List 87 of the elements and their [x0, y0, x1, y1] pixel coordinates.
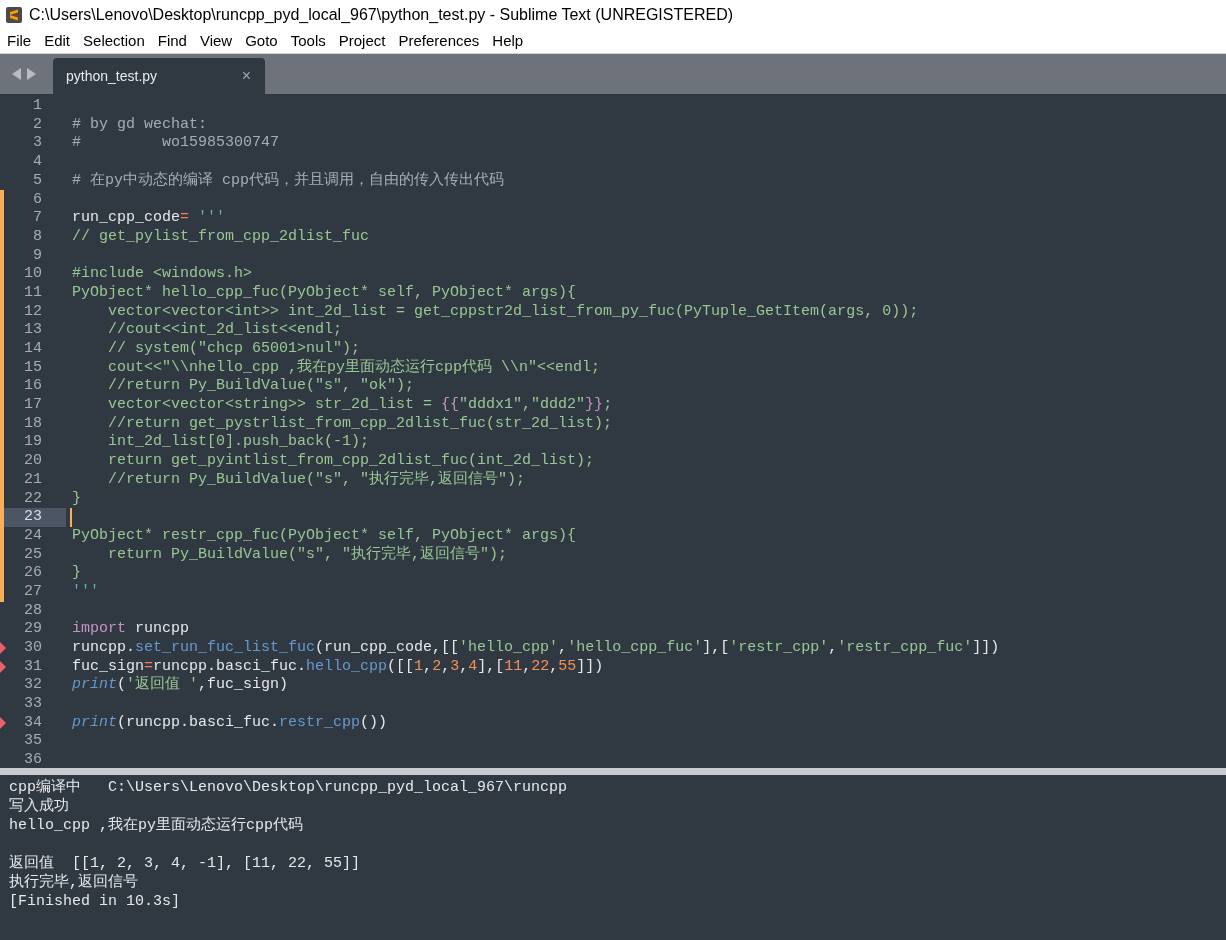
output-line: cpp编译中 C:\Users\Lenovo\Desktop\runcpp_pyd_local_967\runcpp	[9, 778, 569, 797]
line-number: 13	[24, 320, 42, 341]
line-number: 4	[33, 152, 42, 173]
code-line: // get_pylist_from_cpp_2dlist_fuc	[72, 226, 370, 247]
line-number: 30	[24, 638, 42, 659]
line-number: 28	[24, 600, 42, 621]
code-line: # 在py中动态的编译 cpp代码，并且调用，自由的传入传出代码	[72, 170, 504, 191]
menu-item[interactable]: Goto	[245, 30, 278, 53]
line-number: 23	[24, 507, 42, 528]
code-line: return Py_BuildValue("s", "执行完毕,返回信号");	[107, 544, 508, 565]
code-line: return get_pyintlist_from_cpp_2dlist_fuc(int_2d_list);	[107, 451, 595, 470]
line-number: 8	[33, 226, 42, 247]
code-line: vector<vector<string>> str_2d_list = {{"dddx1","ddd2"}};	[107, 395, 613, 416]
line-number: 1	[33, 96, 42, 117]
output-line: hello_cpp ,我在py里面动态运行cpp代码	[9, 816, 305, 835]
code-line: run_cpp_code= '''	[72, 208, 226, 229]
code-line: # by gd wechat:	[72, 114, 208, 135]
close-tab-button[interactable]: ×	[241, 68, 251, 84]
code-line: }	[72, 563, 81, 584]
line-number: 7	[33, 208, 42, 229]
code-line: cout<<"\\nhello_cpp ,我在py里面动态运行cpp代码 \\n"<<endl;	[107, 357, 601, 378]
tab-label: python_test.py	[66, 66, 158, 86]
line-number: 34	[24, 712, 42, 733]
code-line: PyObject* restr_cpp_fuc(PyObject* self, PyObject* args){	[72, 525, 577, 545]
line-number: 27	[24, 581, 42, 602]
line-number: 25	[24, 544, 42, 565]
menu-item[interactable]: Preferences	[398, 30, 480, 53]
line-number: 3	[33, 133, 42, 154]
line-number: 22	[24, 488, 42, 509]
code-line: print('返回值 ',fuc_sign)	[72, 675, 289, 696]
line-number: 36	[24, 750, 42, 768]
code-line: //return Py_BuildValue("s", "执行完毕,返回信号");	[107, 469, 526, 490]
line-number: 17	[24, 395, 42, 416]
menu-item[interactable]: Find	[157, 30, 187, 53]
output-line: 返回值 [[1, 2, 3, 4, -1], [11, 22, 55]]	[9, 854, 362, 873]
file-tab[interactable]: python_test.py ×	[53, 58, 265, 94]
line-number: 31	[24, 656, 42, 677]
code-line: // system("chcp 65001>nul");	[107, 339, 361, 358]
code-line: #include <windows.h>	[72, 264, 253, 285]
text-cursor	[70, 508, 72, 527]
line-number: 16	[24, 376, 42, 397]
code-line: //return Py_BuildValue("s", "ok");	[107, 376, 415, 397]
line-number: 11	[24, 282, 42, 303]
code-line: import runcpp	[72, 619, 190, 640]
menu-item[interactable]: Selection	[83, 30, 145, 53]
code-line: //return get_pystrlist_from_cpp_2dlist_fuc(str_2d_list);	[107, 413, 613, 434]
code-line: //cout<<int_2d_list<<endl;	[107, 320, 343, 341]
code-line: runcpp.set_run_fuc_list_fuc(run_cpp_code,[['hello_cpp','hello_cpp_fuc'],['restr_cpp','restr_cpp_fuc']])	[72, 638, 1000, 659]
menu-item[interactable]: Edit	[44, 30, 71, 53]
line-number: 24	[24, 525, 42, 546]
forward-arrow-icon[interactable]	[26, 68, 36, 80]
line-number: 20	[24, 451, 42, 472]
line-number: 15	[24, 357, 42, 378]
line-number: 9	[33, 245, 42, 266]
code-line: int_2d_list[0].push_back(-1);	[107, 432, 370, 453]
app-logo-icon	[6, 7, 22, 23]
line-number: 10	[24, 264, 42, 285]
line-number: 33	[24, 694, 42, 715]
line-number: 29	[24, 619, 42, 640]
line-number: 6	[33, 189, 42, 210]
line-number: 21	[24, 469, 42, 490]
line-number: 32	[24, 675, 42, 696]
code-line: }	[72, 488, 81, 509]
line-number: 12	[24, 301, 42, 322]
code-line: vector<vector<int>> int_2d_list = get_cppstr2d_list_from_py_fuc(PyTuple_GetItem(args, 0));	[107, 301, 919, 322]
menu-item[interactable]: Project	[338, 30, 386, 53]
menu-item[interactable]: Tools	[290, 30, 326, 53]
code-line: PyObject* hello_cpp_fuc(PyObject* self, PyObject* args){	[72, 282, 577, 303]
line-number: 35	[24, 731, 42, 752]
code-line: # wo15985300747	[72, 133, 280, 154]
menu-item[interactable]: Help	[492, 30, 524, 53]
back-arrow-icon[interactable]	[12, 68, 22, 80]
window-title: C:\Users\Lenovo\Desktop\runcpp_pyd_local_967\python_test.py - Sublime Text (UNREGISTERED)	[29, 5, 734, 25]
line-number: 2	[33, 114, 42, 135]
output-line: 写入成功	[9, 797, 70, 816]
output-line: [Finished in 10.3s]	[9, 892, 182, 911]
output-line: 执行完毕,返回信号	[9, 873, 139, 892]
line-number: 14	[24, 339, 42, 360]
code-line: '''	[72, 581, 99, 602]
line-number: 19	[24, 432, 42, 453]
line-number: 5	[33, 170, 42, 191]
menu-item[interactable]: View	[199, 30, 233, 53]
menu-item[interactable]: File	[7, 30, 32, 53]
code-line: print(runcpp.basci_fuc.restr_cpp())	[72, 712, 388, 733]
line-number: 26	[24, 563, 42, 584]
code-line: fuc_sign=runcpp.basci_fuc.hello_cpp([[1,2,3,4],[11,22,55]])	[72, 656, 604, 676]
line-number: 18	[24, 413, 42, 434]
